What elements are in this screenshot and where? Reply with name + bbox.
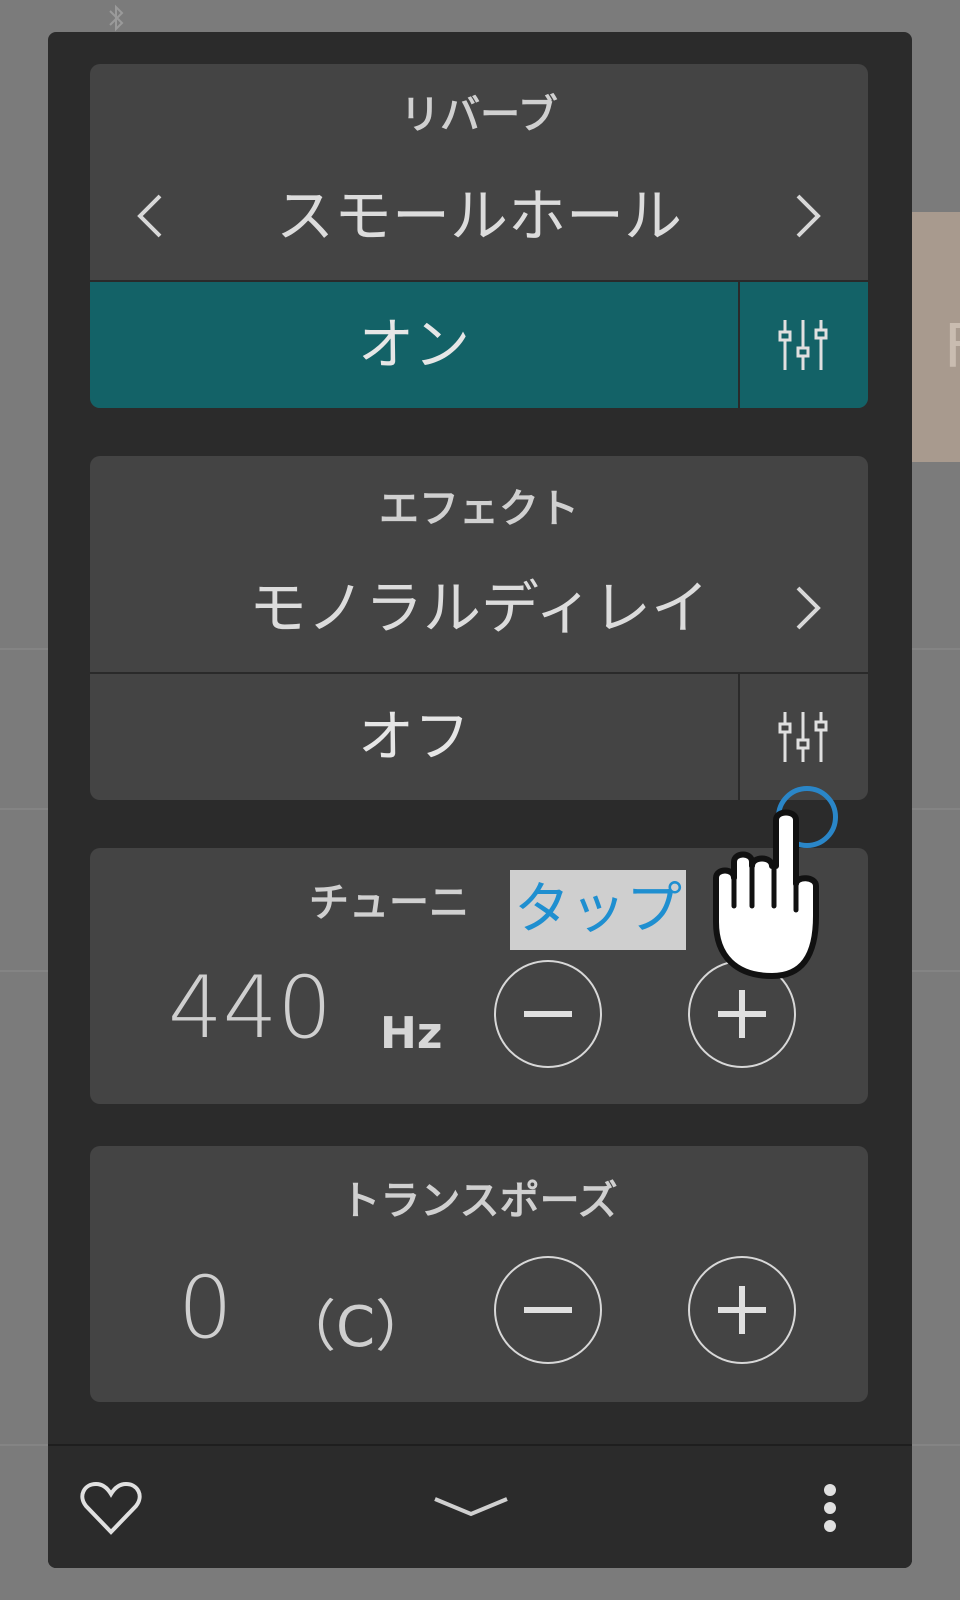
effect-type-selector: モノラルディレイ bbox=[90, 568, 868, 648]
panel-footer bbox=[48, 1444, 912, 1568]
reverb-toggle-row: オン bbox=[90, 280, 868, 408]
reverb-toggle-button[interactable]: オン bbox=[90, 282, 738, 408]
plus-icon bbox=[718, 990, 766, 1038]
sliders-icon bbox=[778, 712, 828, 762]
effect-card: エフェクト モノラルディレイ オフ bbox=[90, 456, 868, 800]
minus-icon bbox=[524, 1307, 572, 1313]
transpose-card: トランスポーズ 0 （C） bbox=[90, 1146, 868, 1402]
effect-type-value: モノラルディレイ bbox=[249, 574, 709, 642]
reverb-card: リバーブ スモールホール オン bbox=[90, 64, 868, 408]
chevron-right-icon[interactable] bbox=[780, 582, 832, 634]
more-vertical-icon[interactable] bbox=[822, 1484, 838, 1534]
background-panel: F bbox=[912, 212, 960, 462]
tuning-unit: Hz bbox=[380, 1008, 443, 1059]
pointing-hand-icon bbox=[713, 809, 819, 979]
tap-hint-label: タップ bbox=[510, 870, 686, 950]
transpose-value: 0 bbox=[178, 1258, 233, 1358]
transpose-decrease-button[interactable] bbox=[494, 1256, 602, 1364]
sliders-icon bbox=[778, 320, 828, 370]
plus-icon bbox=[718, 1286, 766, 1334]
transpose-key: （C） bbox=[280, 1295, 432, 1360]
transpose-title: トランスポーズ bbox=[340, 1178, 618, 1224]
effect-title: エフェクト bbox=[379, 486, 579, 532]
heart-icon[interactable] bbox=[80, 1480, 142, 1536]
reverb-type-value: スモールホール bbox=[275, 182, 682, 250]
tuning-decrease-button[interactable] bbox=[494, 960, 602, 1068]
bluetooth-icon bbox=[109, 4, 124, 32]
chevron-down-icon[interactable] bbox=[432, 1494, 510, 1520]
reverb-title: リバーブ bbox=[400, 92, 558, 138]
reverb-settings-button[interactable] bbox=[738, 282, 868, 408]
reverb-type-selector: スモールホール bbox=[90, 176, 868, 256]
chevron-right-icon[interactable] bbox=[780, 190, 832, 242]
tuning-value: 440 bbox=[168, 958, 333, 1058]
minus-icon bbox=[524, 1011, 572, 1017]
effect-settings-button[interactable] bbox=[738, 674, 868, 800]
chevron-left-icon[interactable] bbox=[126, 190, 178, 242]
background-glyph: F bbox=[944, 312, 960, 382]
effect-toggle-button[interactable]: オフ bbox=[90, 674, 738, 800]
transpose-increase-button[interactable] bbox=[688, 1256, 796, 1364]
effect-toggle-row: オフ bbox=[90, 672, 868, 800]
